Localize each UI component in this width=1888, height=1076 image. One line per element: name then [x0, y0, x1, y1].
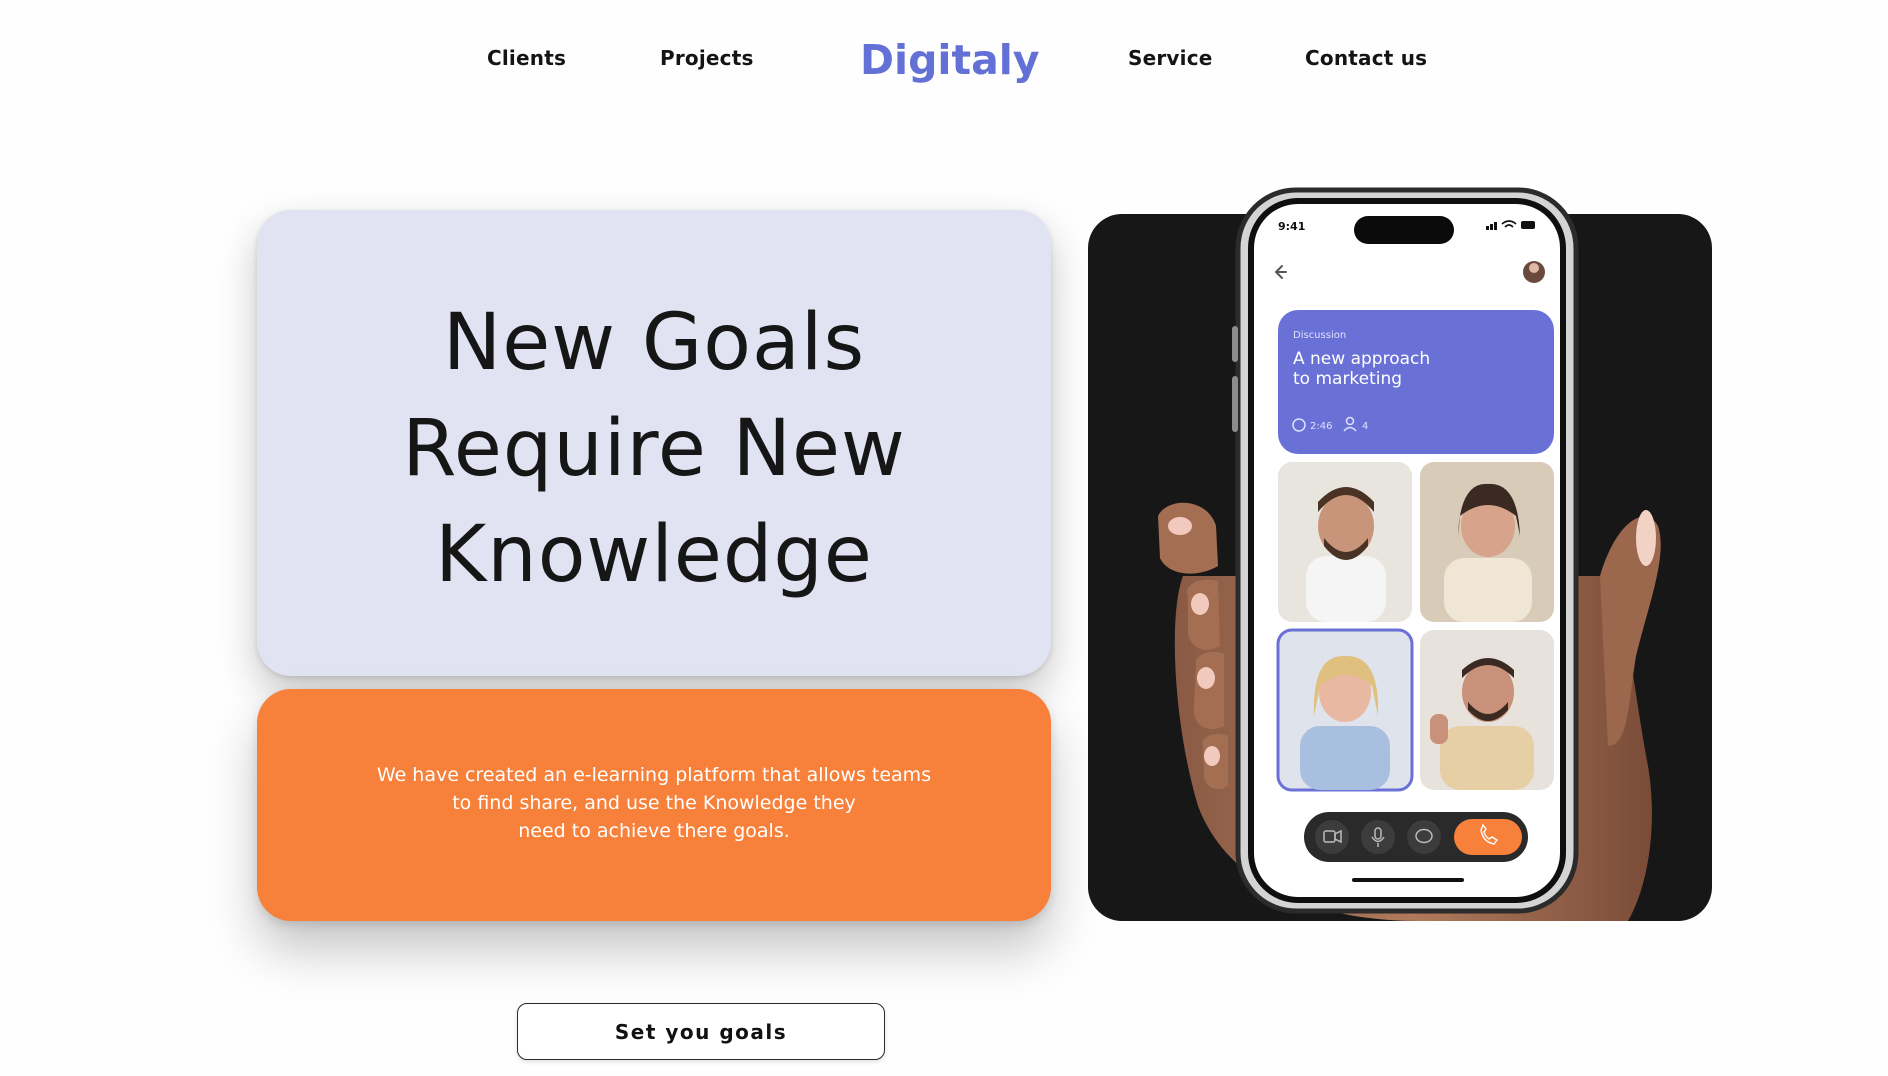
chat-icon[interactable]: [1407, 820, 1441, 854]
hero-image: 9:41 Discussion A new approach to market…: [1088, 186, 1712, 921]
hero-card: New Goals Require New Knowledge: [257, 210, 1051, 676]
top-navigation: Clients Projects Digitaly Service Contac…: [0, 34, 1888, 86]
participant-tile-3: [1276, 628, 1414, 792]
side-button: [1232, 326, 1238, 362]
microphone-icon[interactable]: [1361, 820, 1395, 854]
description-line-2: to find share, and use the Knowledge the…: [452, 792, 856, 814]
participant-tile-4: [1420, 630, 1554, 790]
nav-link-clients[interactable]: Clients: [487, 46, 566, 70]
brand-logo[interactable]: Digitaly: [860, 36, 1040, 84]
discussion-duration: 2:46: [1310, 421, 1332, 432]
nav-link-service[interactable]: Service: [1128, 46, 1213, 70]
hand-phone-illustration: 9:41 Discussion A new approach to market…: [1158, 187, 1661, 921]
battery-icon: [1521, 221, 1535, 229]
phone-icon[interactable]: [1454, 819, 1522, 855]
set-goals-button[interactable]: Set you goals: [517, 1003, 885, 1060]
description-line-1: We have created an e-learning platform t…: [376, 764, 932, 786]
description-card: We have created an e-learning platform t…: [257, 689, 1051, 921]
volume-button: [1232, 376, 1238, 432]
hero-title-line-1: New Goals: [442, 298, 866, 388]
hero-title-line-3: Knowledge: [435, 510, 873, 600]
description-line-3: need to achieve there goals.: [518, 820, 790, 842]
participant-tile-1: [1278, 462, 1412, 622]
dynamic-island: [1354, 216, 1454, 244]
video-icon[interactable]: [1315, 820, 1349, 854]
status-time: 9:41: [1278, 220, 1305, 233]
thumb-nail: [1636, 510, 1656, 566]
discussion-participants: 4: [1362, 421, 1368, 432]
description-text: We have created an e-learning platform t…: [257, 761, 1051, 845]
home-indicator: [1352, 878, 1464, 882]
discussion-title-line-1: A new approach: [1293, 349, 1430, 369]
nav-link-projects[interactable]: Projects: [660, 46, 754, 70]
discussion-title-line-2: to marketing: [1293, 369, 1402, 389]
nav-link-contact[interactable]: Contact us: [1305, 46, 1427, 70]
hero-title-line-2: Require New: [402, 404, 906, 494]
discussion-tag: Discussion: [1293, 330, 1346, 341]
participant-tile-2: [1420, 462, 1554, 622]
hero-title: New Goals Require New Knowledge: [257, 290, 1051, 608]
